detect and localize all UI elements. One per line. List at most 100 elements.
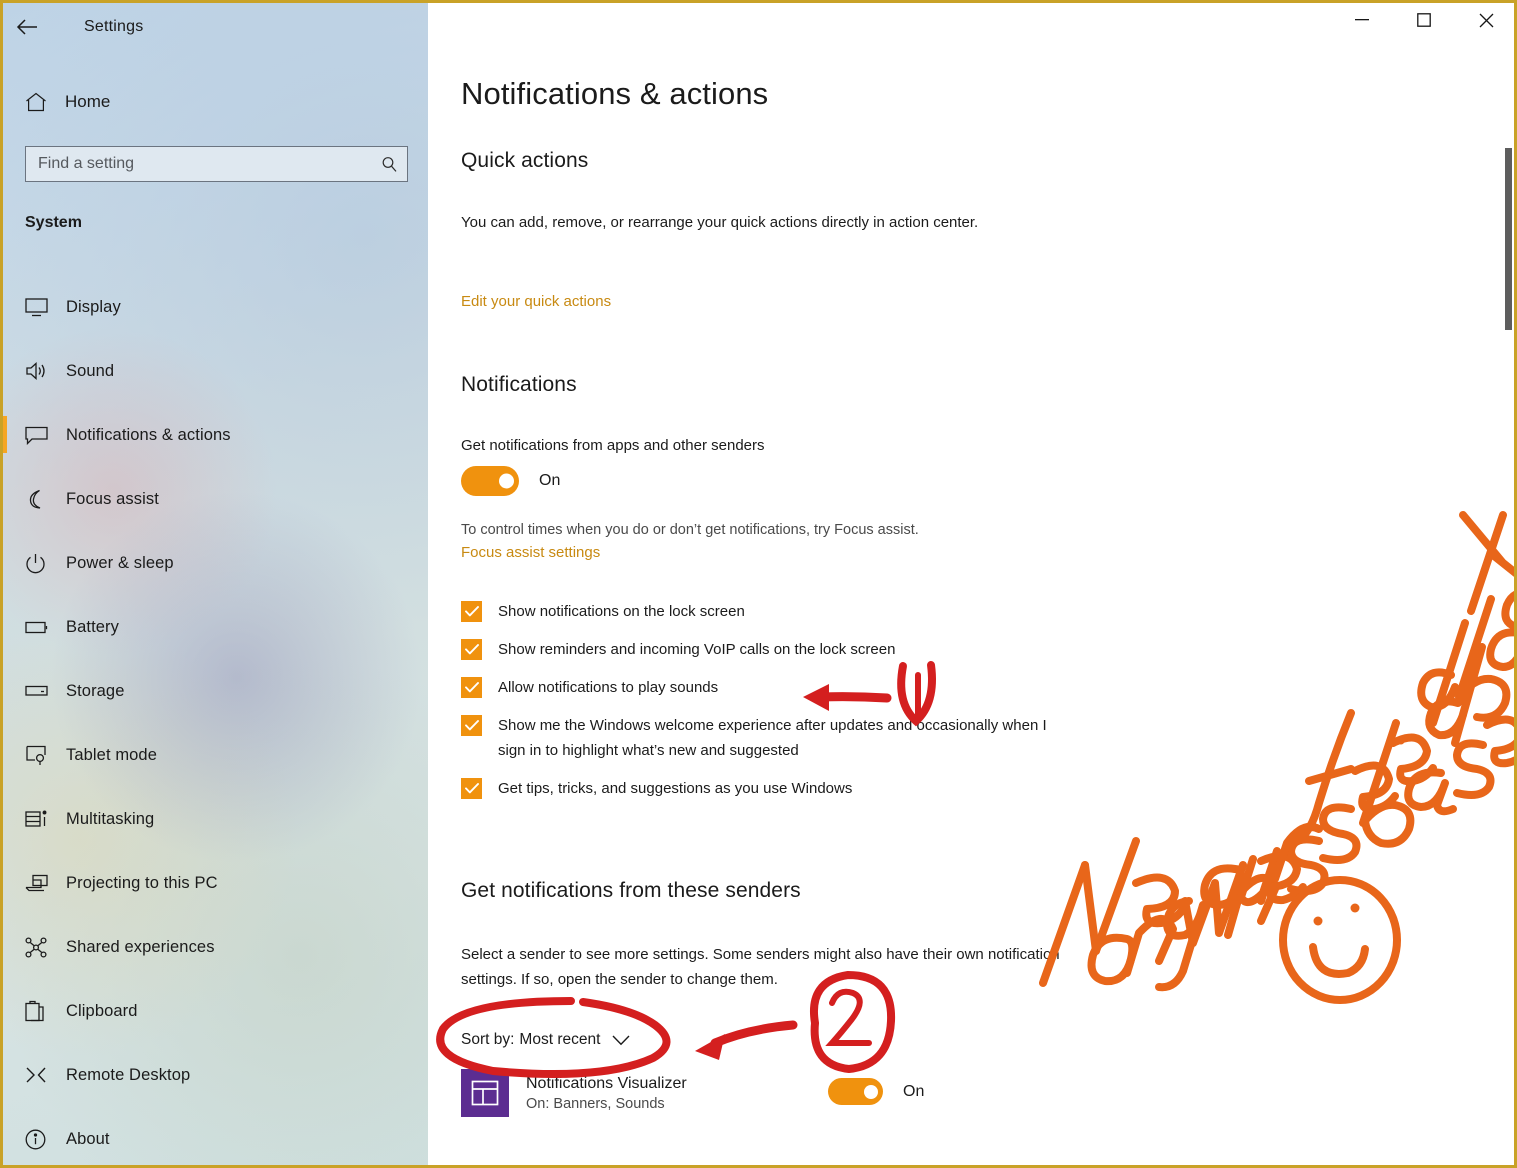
sidebar-item-label: Storage: [66, 681, 125, 700]
sidebar-item-sound[interactable]: Sound: [3, 339, 428, 403]
multitask-icon: [25, 806, 55, 832]
sender-name: Notifications Visualizer: [526, 1074, 687, 1092]
search-icon[interactable]: [371, 156, 407, 173]
sidebar-item-label: Notifications & actions: [66, 425, 231, 444]
clipboard-icon: [25, 998, 55, 1024]
checkbox-label: Allow notifications to play sounds: [498, 679, 719, 696]
sidebar-item-label-home: Home: [65, 92, 111, 111]
sidebar-item-shared-experiences[interactable]: Shared experiences: [3, 915, 428, 979]
sort-by-value: Most recent: [519, 1031, 601, 1048]
sender-toggle-state: On: [903, 1082, 925, 1100]
page-title: Notifications & actions: [461, 76, 769, 111]
checkbox[interactable]: [461, 778, 482, 799]
drive-icon: [25, 678, 55, 704]
sender-list-item[interactable]: Notifications Visualizer On: Banners, So…: [461, 1069, 1061, 1117]
sidebar-item-remote-desktop[interactable]: Remote Desktop: [3, 1043, 428, 1107]
vertical-scrollbar[interactable]: [1504, 43, 1513, 1161]
sidebar: Settings Home System Display Sound Notific…: [3, 3, 428, 1165]
sort-by-dropdown[interactable]: Sort by: Most recent: [461, 1031, 630, 1049]
edit-quick-actions-link[interactable]: Edit your quick actions: [461, 293, 611, 310]
sidebar-item-about[interactable]: About: [3, 1107, 428, 1165]
sort-by-label: Sort by:: [461, 1031, 515, 1048]
sidebar-item-projecting-to-this-pc[interactable]: Projecting to this PC: [3, 851, 428, 915]
checkbox-label: Get tips, tricks, and suggestions as you…: [498, 780, 853, 797]
home-icon: [25, 92, 57, 112]
sidebar-item-storage[interactable]: Storage: [3, 659, 428, 723]
sidebar-item-label: Sound: [66, 361, 115, 380]
sidebar-item-label: Clipboard: [66, 1001, 138, 1020]
quick-actions-description: You can add, remove, or rearrange your q…: [461, 214, 979, 231]
window-controls: [1331, 3, 1514, 37]
speaker-icon: [25, 358, 55, 384]
notification-checkbox-list: Show notifications on the lock screen Sho…: [461, 599, 1081, 814]
sidebar-group-title: System: [25, 214, 82, 231]
remote-icon: [25, 1062, 55, 1088]
sidebar-item-home[interactable]: Home: [3, 81, 428, 123]
focus-assist-settings-link[interactable]: Focus assist settings: [461, 544, 600, 561]
sender-toggle[interactable]: [828, 1078, 883, 1105]
sidebar-item-label: About: [66, 1129, 110, 1148]
settings-window: Settings Home System Display Sound Notific…: [0, 0, 1517, 1168]
chevron-down-icon: [612, 1035, 630, 1046]
sidebar-item-label: Projecting to this PC: [66, 873, 218, 892]
sidebar-item-power-sleep[interactable]: Power & sleep: [3, 531, 428, 595]
scrollbar-thumb[interactable]: [1505, 148, 1512, 330]
sidebar-item-label: Shared experiences: [66, 937, 215, 956]
sender-toggle-row: On: [828, 1078, 924, 1105]
senders-heading: Get notifications from these senders: [461, 879, 801, 902]
sidebar-item-label: Remote Desktop: [66, 1065, 191, 1084]
notifications-toggle-state: On: [539, 472, 561, 489]
search-input[interactable]: [26, 155, 371, 173]
sidebar-item-display[interactable]: Display: [3, 275, 428, 339]
info-icon: [25, 1126, 55, 1152]
sidebar-item-label: Focus assist: [66, 489, 159, 508]
sidebar-item-clipboard[interactable]: Clipboard: [3, 979, 428, 1043]
notification-checkbox-row[interactable]: Allow notifications to play sounds: [461, 675, 1081, 700]
checkbox[interactable]: [461, 715, 482, 736]
sidebar-item-battery[interactable]: Battery: [3, 595, 428, 659]
power-icon: [25, 550, 55, 576]
notification-checkbox-row[interactable]: Show me the Windows welcome experience a…: [461, 713, 1081, 763]
callout-icon: [25, 422, 55, 448]
checkbox-label: Show reminders and incoming VoIP calls o…: [498, 641, 896, 658]
checkbox[interactable]: [461, 677, 482, 698]
maximize-button[interactable]: [1393, 3, 1455, 37]
tablet-icon: [25, 742, 55, 768]
notifications-toggle-label: Get notifications from apps and other se…: [461, 437, 765, 454]
checkbox-label: Show notifications on the lock screen: [498, 603, 745, 620]
sender-text-block: Notifications Visualizer On: Banners, So…: [526, 1075, 687, 1112]
battery-icon: [25, 614, 55, 640]
notification-checkbox-row[interactable]: Get tips, tricks, and suggestions as you…: [461, 776, 1081, 801]
sidebar-item-label: Multitasking: [66, 809, 155, 828]
senders-description: Select a sender to see more settings. So…: [461, 946, 1060, 988]
main-content: Notifications & actions Quick actions Yo…: [428, 3, 1514, 1165]
minimize-button[interactable]: [1331, 3, 1393, 37]
sidebar-item-label: Power & sleep: [66, 553, 174, 572]
sidebar-item-notifications-actions[interactable]: Notifications & actions: [3, 403, 428, 467]
search-box[interactable]: [25, 146, 408, 182]
sidebar-nav-list: Display Sound Notifications & actions Focus…: [3, 275, 428, 1165]
sidebar-item-multitasking[interactable]: Multitasking: [3, 787, 428, 851]
notifications-visualizer-icon: [461, 1069, 509, 1117]
share-icon: [25, 934, 55, 960]
checkbox-label: Show me the Windows welcome experience a…: [498, 717, 1047, 759]
notifications-heading: Notifications: [461, 373, 577, 396]
sidebar-item-tablet-mode[interactable]: Tablet mode: [3, 723, 428, 787]
focus-assist-hint: To control times when you do or don’t ge…: [461, 522, 919, 538]
sidebar-item-focus-assist[interactable]: Focus assist: [3, 467, 428, 531]
close-button[interactable]: [1455, 3, 1514, 37]
notification-checkbox-row[interactable]: Show notifications on the lock screen: [461, 599, 1081, 624]
notifications-toggle-row: On: [461, 466, 560, 496]
notification-checkbox-row[interactable]: Show reminders and incoming VoIP calls o…: [461, 637, 1081, 662]
sidebar-item-label: Battery: [66, 617, 119, 636]
checkbox[interactable]: [461, 639, 482, 660]
checkbox[interactable]: [461, 601, 482, 622]
app-title: Settings: [84, 18, 144, 35]
back-arrow-icon[interactable]: [3, 3, 51, 51]
notifications-master-toggle[interactable]: [461, 466, 519, 496]
project-icon: [25, 870, 55, 896]
quick-actions-heading: Quick actions: [461, 149, 589, 172]
sender-status: On: Banners, Sounds: [526, 1095, 665, 1112]
titlebar: Settings: [3, 3, 428, 51]
sidebar-item-label: Tablet mode: [66, 745, 157, 764]
